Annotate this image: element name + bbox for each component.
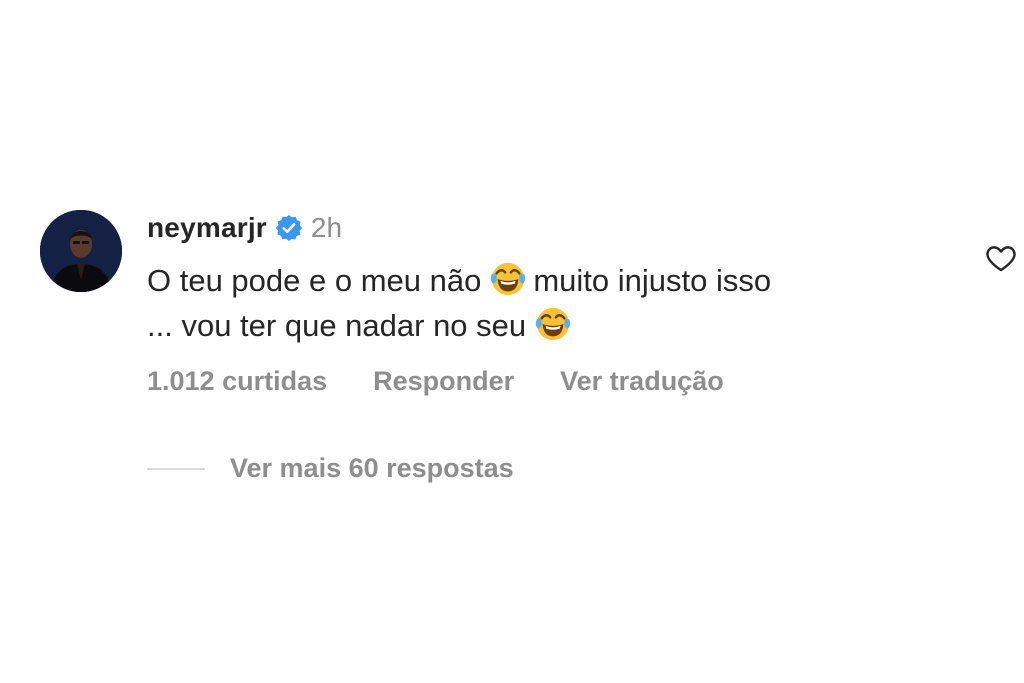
reply-button[interactable]: Responder <box>373 366 514 397</box>
view-more-replies-button[interactable]: Ver mais 60 respostas <box>147 453 514 484</box>
replies-divider <box>147 467 205 470</box>
see-translation-button[interactable]: Ver tradução <box>560 366 724 397</box>
avatar-image <box>40 210 122 292</box>
like-count[interactable]: 1.012 curtidas <box>147 366 327 397</box>
verified-badge-icon <box>275 215 302 241</box>
username[interactable]: neymarjr <box>147 212 267 244</box>
avatar[interactable] <box>40 210 122 292</box>
heart-icon[interactable] <box>984 241 1018 275</box>
comment-text-part-2: muito injusto isso <box>533 263 772 298</box>
comment-text-line-1: O teu pode e o meu não muito injusto iss… <box>147 258 947 303</box>
comment-text-part-3: ... vou ter que nadar no seu <box>147 308 527 343</box>
view-more-replies-label: Ver mais 60 respostas <box>230 453 514 483</box>
comment-text-line-2: ... vou ter que nadar no seu <box>147 303 947 348</box>
comment-timestamp: 2h <box>310 212 343 243</box>
comment: neymarjr 2h O teu pode e o meu não muito… <box>40 208 1024 508</box>
comment-text: O teu pode e o meu não muito injusto iss… <box>147 258 947 348</box>
comment-header: neymarjr 2h <box>147 208 947 248</box>
comment-actions: 1.012 curtidas Responder Ver tradução <box>147 366 947 397</box>
comment-body: neymarjr 2h O teu pode e o meu não muito… <box>147 208 947 397</box>
face-with-tears-of-joy-icon <box>535 307 571 341</box>
comment-text-part-1: O teu pode e o meu não <box>147 263 482 298</box>
face-with-tears-of-joy-icon <box>491 262 526 296</box>
